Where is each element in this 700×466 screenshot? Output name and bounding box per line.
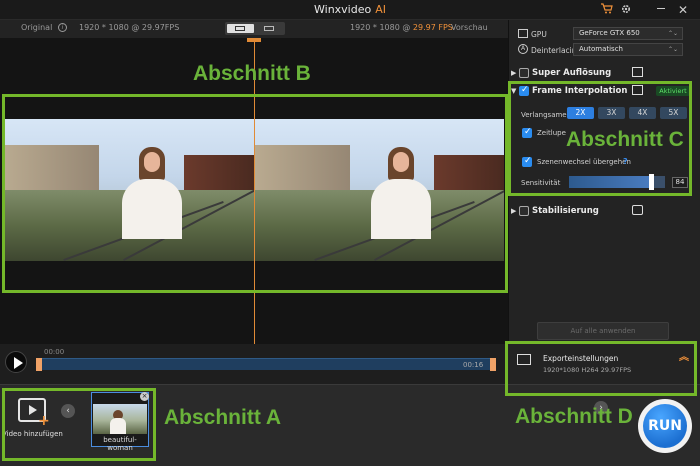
trim-end-handle[interactable] xyxy=(490,358,496,371)
original-label: Original xyxy=(21,23,53,32)
gear-icon[interactable] xyxy=(619,3,633,17)
gpu-label: GPU xyxy=(531,30,547,39)
app-name: Winxvideo xyxy=(314,3,372,16)
preview-meta: 1920 * 1080 @ 29.97 FPS xyxy=(350,23,453,32)
preview-label: Vorschau xyxy=(451,23,488,32)
start-time: 00:00 xyxy=(44,348,65,356)
compare-mode-toggle[interactable] xyxy=(225,22,285,35)
deinterlacing-select[interactable]: Automatisch xyxy=(573,43,683,56)
run-button[interactable]: RUN xyxy=(643,404,687,448)
cart-icon[interactable] xyxy=(600,3,614,17)
deinterlace-icon: A xyxy=(518,44,528,54)
gpu-icon xyxy=(518,29,528,38)
annotation-label-a: Abschnitt A xyxy=(164,406,282,429)
original-meta: 1920 * 1080 @ 29.97FPS xyxy=(79,23,180,32)
compare-divider-handle[interactable] xyxy=(247,38,261,42)
split-view-icon[interactable] xyxy=(227,24,254,33)
gpu-select[interactable]: GeForce GTX 650 xyxy=(573,27,683,40)
stabilization-title[interactable]: Stabilisierung xyxy=(532,206,599,216)
info-icon[interactable]: i xyxy=(58,23,67,32)
app-ai-suffix: AI xyxy=(375,3,386,16)
app-title: Winxvideo AI xyxy=(0,3,700,16)
super-res-title[interactable]: Super Auflösung xyxy=(532,68,611,78)
annotation-label-b: Abschnitt B xyxy=(193,62,311,85)
minimize-icon[interactable] xyxy=(657,8,665,9)
preview-meta-res: 1920 * 1080 @ xyxy=(350,23,413,32)
preview-meta-fps: 29.97 FPS xyxy=(412,23,453,32)
trim-start-handle[interactable] xyxy=(36,358,42,371)
annotation-box-b xyxy=(2,94,508,293)
timeline-track[interactable] xyxy=(38,358,493,370)
annotation-box-a xyxy=(2,388,156,461)
annotation-label-c: Abschnitt C xyxy=(566,128,684,151)
end-time: 00:16 xyxy=(463,361,484,369)
close-icon[interactable]: ✕ xyxy=(676,3,690,17)
side-by-side-icon[interactable] xyxy=(256,24,283,33)
camera-icon[interactable] xyxy=(632,205,643,215)
play-button[interactable] xyxy=(5,351,27,373)
annotation-box-d xyxy=(505,341,697,396)
expand-icon[interactable]: ▶ xyxy=(511,207,516,215)
expand-icon[interactable]: ▶ xyxy=(511,69,516,77)
annotation-label-d: Abschnitt D xyxy=(515,405,633,428)
stabilization-checkbox[interactable] xyxy=(519,206,529,216)
apply-all-button[interactable]: Auf alle anwenden xyxy=(537,322,669,340)
super-res-checkbox[interactable] xyxy=(519,68,529,78)
resize-icon[interactable] xyxy=(632,67,643,77)
